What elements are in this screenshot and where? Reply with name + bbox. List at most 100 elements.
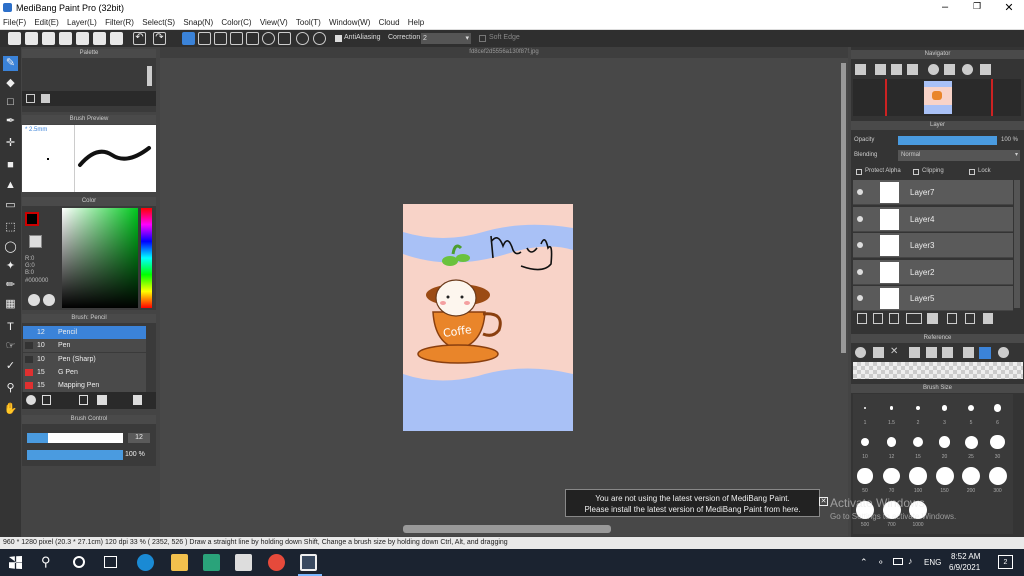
secondary-color-swatch[interactable] xyxy=(29,235,42,248)
brush-size-preset[interactable] xyxy=(941,405,948,411)
brush-size-preset[interactable] xyxy=(889,406,894,410)
reset-icon[interactable] xyxy=(962,64,973,75)
reference-close-icon[interactable]: ✕ xyxy=(890,346,898,357)
size-slider[interactable] xyxy=(27,433,123,443)
layer-visibility-icon[interactable] xyxy=(857,189,863,195)
brush-item[interactable]: 15 Mapping Pen xyxy=(23,379,146,393)
merge-layer-icon[interactable] xyxy=(965,313,975,324)
new-layer-icon[interactable] xyxy=(857,313,867,324)
fill-rect-tool-icon[interactable]: ■ xyxy=(3,158,18,173)
reference-fit-icon[interactable] xyxy=(926,347,937,358)
notification-close-icon[interactable]: ✕ xyxy=(819,497,828,506)
eraser-tool-icon[interactable]: ◆ xyxy=(3,76,18,91)
layer-row[interactable]: Layer7 xyxy=(853,180,1013,205)
brush-size-preset[interactable] xyxy=(988,467,1007,485)
color-saturation-field[interactable] xyxy=(62,208,138,308)
gradient-tool-icon[interactable]: ▭ xyxy=(3,198,18,213)
reference-view[interactable] xyxy=(853,362,1023,379)
open-file-icon[interactable] xyxy=(25,32,38,45)
export-icon[interactable] xyxy=(76,32,89,45)
actual-size-icon[interactable] xyxy=(907,64,918,75)
blending-select[interactable]: Normal ▾ xyxy=(898,150,1020,161)
correction-select[interactable]: 2 ▾ xyxy=(421,33,471,44)
file-explorer-icon[interactable] xyxy=(171,554,188,571)
vertical-scrollbar[interactable] xyxy=(841,63,846,353)
layer-row[interactable]: Layer4 xyxy=(853,206,1013,232)
bucket-tool-icon[interactable]: ▲ xyxy=(3,178,18,193)
pen-tool-icon[interactable]: ✒ xyxy=(3,114,18,129)
minimize-button[interactable]: – xyxy=(930,1,960,13)
edge-icon[interactable] xyxy=(137,554,154,571)
medibang-taskbar-icon[interactable] xyxy=(300,554,317,571)
undo-icon[interactable]: ↶ xyxy=(133,32,146,45)
curve-snap-icon[interactable] xyxy=(278,32,291,45)
layer-visibility-icon[interactable] xyxy=(857,268,863,275)
soft-edge-checkbox[interactable] xyxy=(479,35,486,42)
reference-zoom-in-icon[interactable] xyxy=(909,347,920,358)
cross-snap-icon[interactable] xyxy=(230,32,243,45)
move-tool-icon[interactable]: ✛ xyxy=(3,136,18,151)
app-a-icon[interactable] xyxy=(203,554,220,571)
search-icon[interactable]: ⚲ xyxy=(41,554,51,570)
zoom-out-icon[interactable] xyxy=(875,64,886,75)
menu-file[interactable]: File(F) xyxy=(0,16,29,29)
cortana-icon[interactable] xyxy=(73,556,85,568)
menu-color[interactable]: Color(C) xyxy=(218,16,254,29)
brush-size-preset[interactable] xyxy=(857,468,873,484)
folder-brush-icon[interactable] xyxy=(97,395,107,405)
navigator-preview[interactable] xyxy=(853,79,1021,116)
reference-rotate-icon[interactable] xyxy=(998,347,1009,358)
brush-item[interactable]: 10 Pen xyxy=(23,339,146,353)
list-icon[interactable] xyxy=(93,32,106,45)
brush-size-preset[interactable] xyxy=(964,435,978,449)
volume-icon[interactable]: ♪ xyxy=(908,556,913,566)
windows-start-icon[interactable] xyxy=(9,556,22,569)
radial-snap-icon[interactable] xyxy=(246,32,259,45)
new-file-icon[interactable] xyxy=(8,32,21,45)
menu-layer[interactable]: Layer(L) xyxy=(64,16,100,29)
hue-slider[interactable] xyxy=(141,208,152,308)
clipping-checkbox[interactable] xyxy=(913,169,919,175)
dot-tool-icon[interactable]: □ xyxy=(3,95,18,110)
brush-size-preset[interactable] xyxy=(993,404,1002,412)
new-halftone-layer-icon[interactable] xyxy=(873,313,883,324)
zoom-in-icon[interactable] xyxy=(855,64,866,75)
cloud-brush-icon[interactable] xyxy=(26,395,36,405)
brush-item[interactable]: 10 Pen (Sharp) xyxy=(23,352,146,366)
battery-icon[interactable] xyxy=(893,558,903,565)
brush-size-preset[interactable] xyxy=(864,407,866,409)
rotate-icon[interactable] xyxy=(928,64,939,75)
menu-snap[interactable]: Snap(N) xyxy=(180,16,216,29)
settings-icon[interactable] xyxy=(296,32,309,45)
maximize-button[interactable]: ❐ xyxy=(962,1,992,12)
artwork-canvas[interactable]: Coffe xyxy=(403,204,573,431)
clock-date[interactable]: 6/9/2021 xyxy=(949,563,980,572)
network-icon[interactable]: ⚬ xyxy=(877,557,885,568)
reference-hand-icon[interactable] xyxy=(979,347,991,359)
task-view-icon[interactable] xyxy=(104,556,117,568)
lock-checkbox[interactable] xyxy=(969,169,975,175)
color-settings-icon[interactable] xyxy=(43,294,55,306)
redo-icon[interactable]: ↷ xyxy=(153,32,166,45)
layer-visibility-icon[interactable] xyxy=(857,295,863,301)
circle-snap-icon[interactable] xyxy=(262,32,275,45)
select-tool-icon[interactable]: ⬚ xyxy=(3,220,18,235)
menu-edit[interactable]: Edit(E) xyxy=(31,16,61,29)
menu-cloud[interactable]: Cloud xyxy=(376,16,403,29)
zoom-tool-icon[interactable]: ⚲ xyxy=(3,381,18,396)
close-button[interactable]: ✕ xyxy=(994,1,1024,14)
brush-size-preset[interactable] xyxy=(886,437,897,447)
menu-view[interactable]: View(V) xyxy=(257,16,291,29)
operation-tool-icon[interactable]: ☞ xyxy=(3,339,18,354)
layer-visibility-icon[interactable] xyxy=(857,242,863,248)
brush-item[interactable]: 12 Pencil xyxy=(23,326,146,339)
layer-row[interactable]: Layer2 xyxy=(853,259,1013,285)
fit-icon[interactable] xyxy=(891,64,902,75)
delete-layer-icon[interactable] xyxy=(983,313,993,324)
flip-icon[interactable] xyxy=(944,64,955,75)
brush-size-preset[interactable] xyxy=(883,467,900,485)
layer-row[interactable]: Layer5 xyxy=(853,286,1013,311)
menu-tool[interactable]: Tool(T) xyxy=(293,16,324,29)
reference-cloud-icon[interactable] xyxy=(855,347,866,358)
magic-wand-tool-icon[interactable]: ✦ xyxy=(3,259,18,274)
